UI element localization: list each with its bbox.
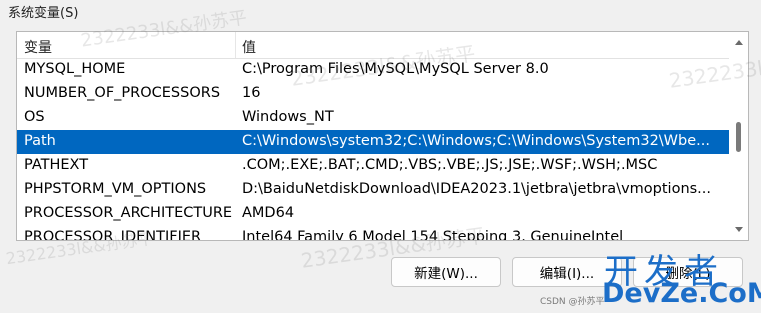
- variable-name: Path: [24, 133, 56, 149]
- system-variables-group-title: 系统变量(S): [8, 6, 79, 21]
- table-row-selected[interactable]: Path C:\Windows\system32;C:\Windows;C:\W…: [17, 130, 729, 154]
- variable-value: AMD64: [242, 205, 295, 221]
- scroll-up-arrow-icon[interactable]: [735, 40, 743, 45]
- csdn-credit: CSDN @孙苏平: [540, 297, 605, 307]
- column-header-variable[interactable]: 变量: [24, 37, 52, 57]
- edit-button[interactable]: 编辑(I)...: [512, 257, 622, 287]
- delete-button[interactable]: 删除(L): [633, 257, 743, 287]
- variable-name: OS: [24, 109, 45, 125]
- table-row[interactable]: MYSQL_HOME C:\Program Files\MySQL\MySQL …: [17, 58, 729, 82]
- table-row[interactable]: NUMBER_OF_PROCESSORS 16: [17, 82, 729, 106]
- variable-value: Windows_NT: [242, 109, 334, 125]
- vertical-scrollbar[interactable]: [730, 32, 748, 240]
- table-row[interactable]: OS Windows_NT: [17, 106, 729, 130]
- variable-name: MYSQL_HOME: [24, 61, 126, 77]
- variable-name: PHPSTORM_VM_OPTIONS: [24, 181, 207, 197]
- variable-value: Intel64 Family 6 Model 154 Stepping 3, G…: [242, 229, 624, 241]
- variable-name: NUMBER_OF_PROCESSORS: [24, 85, 221, 101]
- table-row[interactable]: PATHEXT .COM;.EXE;.BAT;.CMD;.VBS;.VBE;.J…: [17, 154, 729, 178]
- list-header: 变量 值: [17, 32, 729, 59]
- variable-value: .COM;.EXE;.BAT;.CMD;.VBS;.VBE;.JS;.JSE;.…: [242, 157, 658, 173]
- variable-name: PATHEXT: [24, 157, 89, 173]
- variable-name: PROCESSOR_IDENTIFIER: [24, 229, 202, 241]
- column-header-value[interactable]: 值: [242, 37, 256, 57]
- system-variables-list[interactable]: 变量 值 MYSQL_HOME C:\Program Files\MySQL\M…: [16, 31, 749, 241]
- variable-value: C:\Windows\system32;C:\Windows;C:\Window…: [242, 133, 710, 149]
- column-separator[interactable]: [235, 32, 236, 58]
- table-row[interactable]: PROCESSOR_IDENTIFIER Intel64 Family 6 Mo…: [17, 226, 729, 241]
- table-row[interactable]: PHPSTORM_VM_OPTIONS D:\BaiduNetdiskDownl…: [17, 178, 729, 202]
- scroll-down-arrow-icon[interactable]: [735, 227, 743, 232]
- variable-value: C:\Program Files\MySQL\MySQL Server 8.0: [242, 61, 549, 77]
- variable-value: 16: [242, 85, 261, 101]
- new-button[interactable]: 新建(W)...: [391, 257, 501, 287]
- table-row[interactable]: PROCESSOR_ARCHITECTURE AMD64: [17, 202, 729, 226]
- variable-name: PROCESSOR_ARCHITECTURE: [24, 205, 233, 221]
- variable-value: D:\BaiduNetdiskDownload\IDEA2023.1\jetbr…: [242, 181, 712, 197]
- list-rows: MYSQL_HOME C:\Program Files\MySQL\MySQL …: [17, 58, 729, 241]
- scrollbar-thumb[interactable]: [736, 122, 741, 152]
